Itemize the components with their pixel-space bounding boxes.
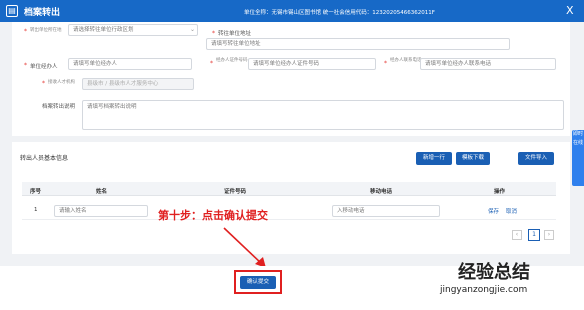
id-placeholder: 请填写单位经办人证件号码 xyxy=(253,61,320,67)
close-icon[interactable]: X xyxy=(566,4,574,17)
app-header: ▤ 档案转出 单位全称：无锡市锡山区图书馆 统一社会信用代码：123202054… xyxy=(0,0,584,22)
phone-placeholder: 请填写单位经办人联系电话 xyxy=(425,61,492,67)
region-placeholder: 请选择转往单位行政区划 xyxy=(73,27,134,33)
phone-label: 经办人联系电话 xyxy=(390,58,422,63)
required-mark: * xyxy=(24,62,27,69)
col-index: 序号 xyxy=(30,189,42,195)
page-prev-button[interactable]: ‹ xyxy=(512,230,522,240)
page-next-button[interactable]: › xyxy=(544,230,554,240)
col-actions: 操作 xyxy=(494,189,506,195)
receiver-label: 接收人才机构 xyxy=(48,80,75,85)
handler-input[interactable]: 请填写单位经办人 xyxy=(68,58,192,70)
required-mark: * xyxy=(210,60,213,67)
col-phone: 移动电话 xyxy=(370,189,393,195)
file-import-button[interactable]: 文件导入 xyxy=(518,152,554,165)
address-input[interactable]: 请填写转往单位地址 xyxy=(206,38,510,50)
page-title: 档案转出 xyxy=(24,8,61,18)
unit-info: 单位全称：无锡市锡山区图书馆 统一社会信用代码：1232020546636201… xyxy=(244,10,435,16)
row-phone-placeholder: 入移动电话 xyxy=(337,208,365,214)
col-id: 证件号码 xyxy=(224,189,247,195)
watermark-url: jingyanzongjie.com xyxy=(440,285,528,295)
people-title: 转出人员基本信息 xyxy=(20,155,69,162)
template-download-button[interactable]: 模板下载 xyxy=(456,152,490,165)
required-mark: * xyxy=(24,28,27,35)
receiver-select[interactable]: 县级市 / 县级市人才服务中心 xyxy=(82,78,194,90)
required-mark: * xyxy=(384,60,387,67)
add-row-button[interactable]: 新增一行 xyxy=(416,152,452,165)
step-annotation: 第十步：点击确认提交 xyxy=(158,209,268,222)
phone-input[interactable]: 请填写单位经办人联系电话 xyxy=(420,58,556,70)
address-placeholder: 请填写转往单位地址 xyxy=(211,41,261,47)
desc-label: 档案转出说明 xyxy=(42,104,76,110)
transfer-form: * 转出单位所在地 请选择转往单位行政区划 ⌄ * 转往单位地址 请填写转往单位… xyxy=(12,22,570,136)
region-select[interactable]: 请选择转往单位行政区划 xyxy=(68,24,198,36)
confirm-submit-button[interactable]: 确认提交 xyxy=(240,276,276,289)
row-name-placeholder: 请输入姓名 xyxy=(59,208,87,214)
region-label: 转出单位所在地 xyxy=(30,28,62,33)
row-cancel-link[interactable]: 取消 xyxy=(506,207,517,215)
required-mark: * xyxy=(212,30,215,37)
side-tab-label: 即时 在线 xyxy=(572,131,583,146)
page-current-button[interactable]: 1 xyxy=(528,229,540,241)
side-help-tab[interactable]: 即时 在线 xyxy=(572,130,584,186)
id-input[interactable]: 请填写单位经办人证件号码 xyxy=(248,58,376,70)
handler-label: 单位经办人 xyxy=(30,64,58,70)
address-label: 转往单位地址 xyxy=(218,31,252,37)
id-label: 经办人证件号码 xyxy=(216,58,248,63)
chevron-down-icon: ⌄ xyxy=(190,26,196,33)
handler-placeholder: 请填写单位经办人 xyxy=(73,61,118,67)
watermark-title: 经验总结 xyxy=(458,262,530,283)
desc-textarea[interactable]: 请填写档案转出说明 xyxy=(82,100,564,130)
desc-placeholder: 请填写档案转出说明 xyxy=(87,104,137,110)
row-phone-input[interactable]: 入移动电话 xyxy=(332,205,440,217)
required-mark: * xyxy=(42,80,45,87)
row-name-input[interactable]: 请输入姓名 xyxy=(54,205,148,217)
row-save-link[interactable]: 保存 xyxy=(488,207,499,215)
receiver-placeholder: 县级市 / 县级市人才服务中心 xyxy=(87,81,159,87)
row-index: 1 xyxy=(34,207,38,213)
archive-icon: ▤ xyxy=(6,5,18,17)
col-name: 姓名 xyxy=(96,189,108,195)
